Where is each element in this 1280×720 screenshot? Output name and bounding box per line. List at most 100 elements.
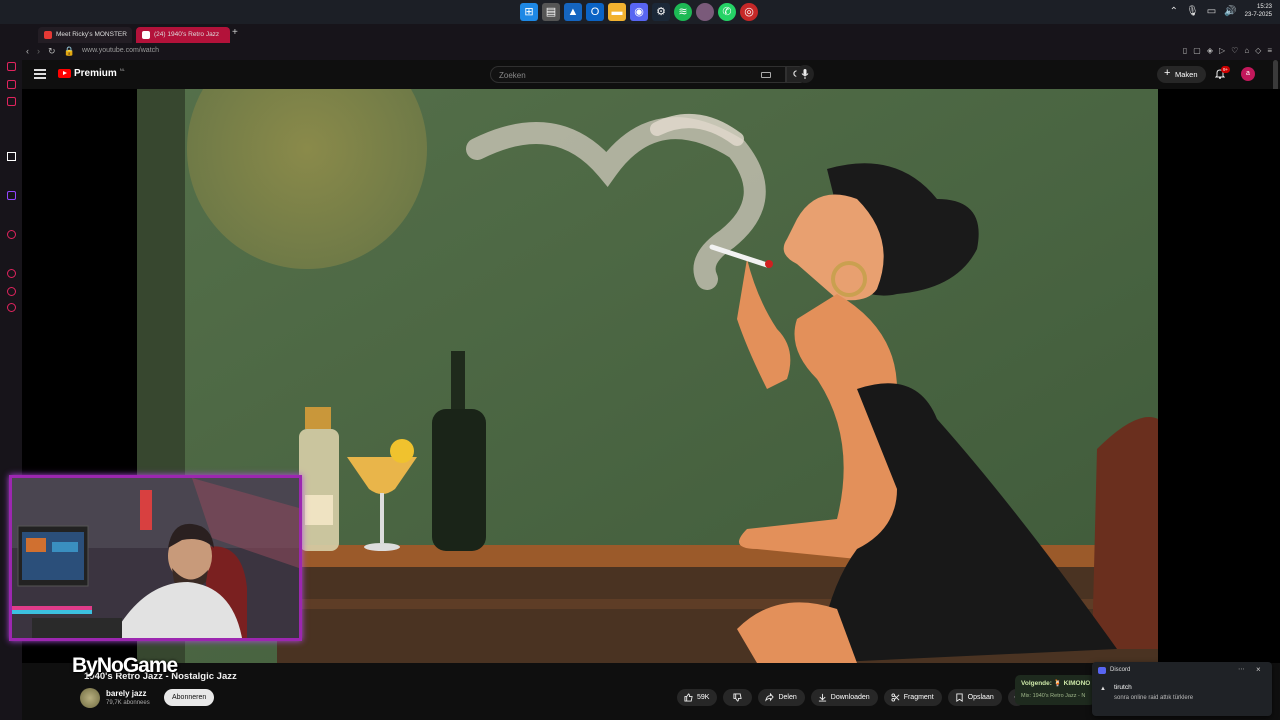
channel-name[interactable]: barely jazz — [106, 689, 146, 698]
spotify-icon[interactable]: ≋ — [674, 3, 692, 21]
share-label: Delen — [778, 694, 797, 701]
windows-start-icon[interactable]: ⊞ — [520, 3, 538, 21]
logo-region: NL — [119, 67, 125, 72]
discord-icon[interactable]: ◉ — [630, 3, 648, 21]
forward-icon[interactable]: › — [37, 46, 40, 57]
outlook-icon[interactable]: O — [586, 3, 604, 21]
microphone-icon — [801, 69, 809, 79]
twitch-icon[interactable] — [7, 191, 16, 200]
notification-options-icon[interactable]: ⋯ — [1238, 665, 1245, 673]
history-icon[interactable] — [7, 269, 16, 278]
network-icon[interactable]: ▭ — [1207, 6, 1216, 17]
next-video-card[interactable]: Volgende: 🍹 KIMONO Mix: 1940's Retro Jaz… — [1015, 675, 1095, 705]
aria-icon[interactable] — [7, 152, 16, 161]
thumbs-up-icon — [684, 693, 693, 702]
back-icon[interactable]: ‹ — [26, 46, 29, 57]
search-input[interactable] — [499, 70, 729, 80]
create-button[interactable]: Maken — [1157, 65, 1206, 83]
microphone-tray-icon[interactable]: 🎙 — [1186, 6, 1199, 17]
user-avatar[interactable]: a — [1241, 67, 1255, 81]
url-field[interactable]: www.youtube.com/watch — [82, 47, 159, 54]
webcam-overlay — [9, 475, 302, 641]
steam-icon[interactable]: ⚙ — [652, 3, 670, 21]
thumbs-down-icon — [733, 693, 743, 702]
browser-tab-strip: Meet Ricky's MONSTER (24) 1940's Retro J… — [0, 24, 1280, 44]
taskbar-apps: ⊞ ▤ ▲ O ▬ ◉ ⚙ ≋ ✆ ◎ — [520, 3, 758, 21]
keyboard-icon[interactable] — [761, 72, 771, 78]
notification-app-name: Discord — [1110, 667, 1131, 673]
reload-icon[interactable]: ↻ — [48, 46, 56, 57]
cube-icon[interactable]: ◇ — [1255, 46, 1261, 55]
channel-avatar[interactable] — [80, 688, 100, 708]
heart-icon[interactable]: ♡ — [1231, 46, 1238, 55]
tab-label: (24) 1940's Retro Jazz — [154, 31, 220, 38]
system-tray: ⌃ 🎙 ▭ 🔊 15:23 23-7-2025 — [1170, 3, 1272, 19]
youtube-logo[interactable]: Premium NL — [58, 67, 125, 79]
like-count: 59K — [697, 694, 710, 701]
photos-icon[interactable]: ▲ — [564, 3, 582, 21]
notification-message: sonra online raid attık türklere — [1114, 695, 1194, 701]
video-actions: 59K Delen Downloaden Fragment Opslaan ⋯ — [677, 689, 1025, 706]
windows-taskbar: ⊞ ▤ ▲ O ▬ ◉ ⚙ ≋ ✆ ◎ ⌃ 🎙 ▭ 🔊 15:23 23-7-2… — [0, 0, 1280, 24]
notification-count-badge: 9+ — [1221, 66, 1231, 73]
speed-dial-icon[interactable] — [7, 62, 16, 71]
home-icon[interactable]: ⌂ — [1244, 46, 1249, 55]
wallet-icon[interactable] — [7, 97, 16, 106]
scissors-icon — [891, 693, 900, 702]
tab-retro-jazz[interactable]: (24) 1940's Retro Jazz — [136, 27, 230, 43]
discord-icon — [1098, 667, 1106, 674]
download-icon — [818, 693, 826, 702]
bell-icon: ▲ — [1100, 686, 1106, 692]
speaker-icon — [142, 31, 150, 39]
new-tab-button[interactable]: + — [232, 27, 238, 38]
hamburger-menu-icon[interactable] — [34, 69, 46, 79]
chevron-up-icon[interactable]: ⌃ — [1170, 6, 1178, 17]
whatsapp-icon[interactable]: ✆ — [718, 3, 736, 21]
subscriber-count: 79,7K abonnees — [106, 700, 150, 706]
youtube-header: Premium NL Maken 9+ a — [22, 60, 1280, 89]
dislike-button[interactable] — [723, 689, 753, 706]
next-video-title: Volgende: 🍹 KIMONO — [1021, 680, 1091, 687]
settings-icon[interactable] — [7, 303, 16, 312]
bag-icon[interactable] — [7, 80, 16, 89]
logo-text: Premium — [74, 68, 117, 79]
tab-meet-ricky[interactable]: Meet Ricky's MONSTER — [38, 27, 132, 43]
play-icon[interactable]: ▷ — [1219, 46, 1225, 55]
obs-icon[interactable] — [696, 3, 714, 21]
folder-icon[interactable]: ▬ — [608, 3, 626, 21]
player-icon[interactable] — [7, 230, 16, 239]
notification-user: tirutch — [1114, 684, 1132, 691]
save-label: Opslaan — [967, 694, 994, 701]
subscribe-button[interactable]: Abonneren — [164, 689, 215, 706]
clock[interactable]: 15:23 23-7-2025 — [1245, 3, 1272, 19]
share-button[interactable]: Delen — [758, 689, 805, 706]
messages-icon[interactable] — [7, 287, 16, 296]
next-video-subtitle: Mix: 1940's Retro Jazz - N — [1021, 693, 1086, 699]
youtube-favicon-icon — [44, 31, 52, 39]
voice-search-button[interactable] — [796, 65, 814, 83]
share-icon — [765, 693, 775, 702]
clock-date: 23-7-2025 — [1244, 12, 1272, 18]
file-manager-icon[interactable]: ▤ — [542, 3, 560, 21]
clock-time: 15:23 — [1256, 4, 1272, 10]
shield-icon[interactable]: ◈ — [1207, 46, 1213, 55]
close-icon[interactable]: × — [1256, 665, 1261, 674]
browser-tools: ▯ ▢ ◈ ▷ ♡ ⌂ ◇ ≡ — [1183, 46, 1272, 55]
lock-icon: 🔒 — [63, 46, 75, 56]
save-button[interactable]: Opslaan — [947, 689, 1002, 706]
webcam-feed — [12, 478, 299, 638]
clip-button[interactable]: Fragment — [883, 689, 942, 706]
download-button[interactable]: Downloaden — [810, 689, 878, 706]
snapshot-icon[interactable]: ▢ — [1193, 46, 1201, 55]
stream-logo-text: ByNoGame — [72, 654, 178, 677]
clip-label: Fragment — [903, 694, 934, 701]
bookmark-icon[interactable]: ▯ — [1183, 46, 1187, 55]
volume-icon[interactable]: 🔊 — [1224, 6, 1236, 17]
menu-icon[interactable]: ≡ — [1267, 46, 1272, 55]
address-bar-row: ‹ › ↻ 🔒 www.youtube.com/watch ▯ ▢ ◈ ▷ ♡ … — [0, 44, 1280, 60]
download-label: Downloaden — [830, 694, 870, 701]
like-button[interactable]: 59K — [677, 689, 718, 706]
playlist-add-icon — [956, 693, 963, 702]
discord-notification[interactable]: Discord ⋯ × ▲ tirutch sonra online raid … — [1092, 662, 1272, 716]
browser-icon[interactable]: ◎ — [740, 3, 758, 21]
